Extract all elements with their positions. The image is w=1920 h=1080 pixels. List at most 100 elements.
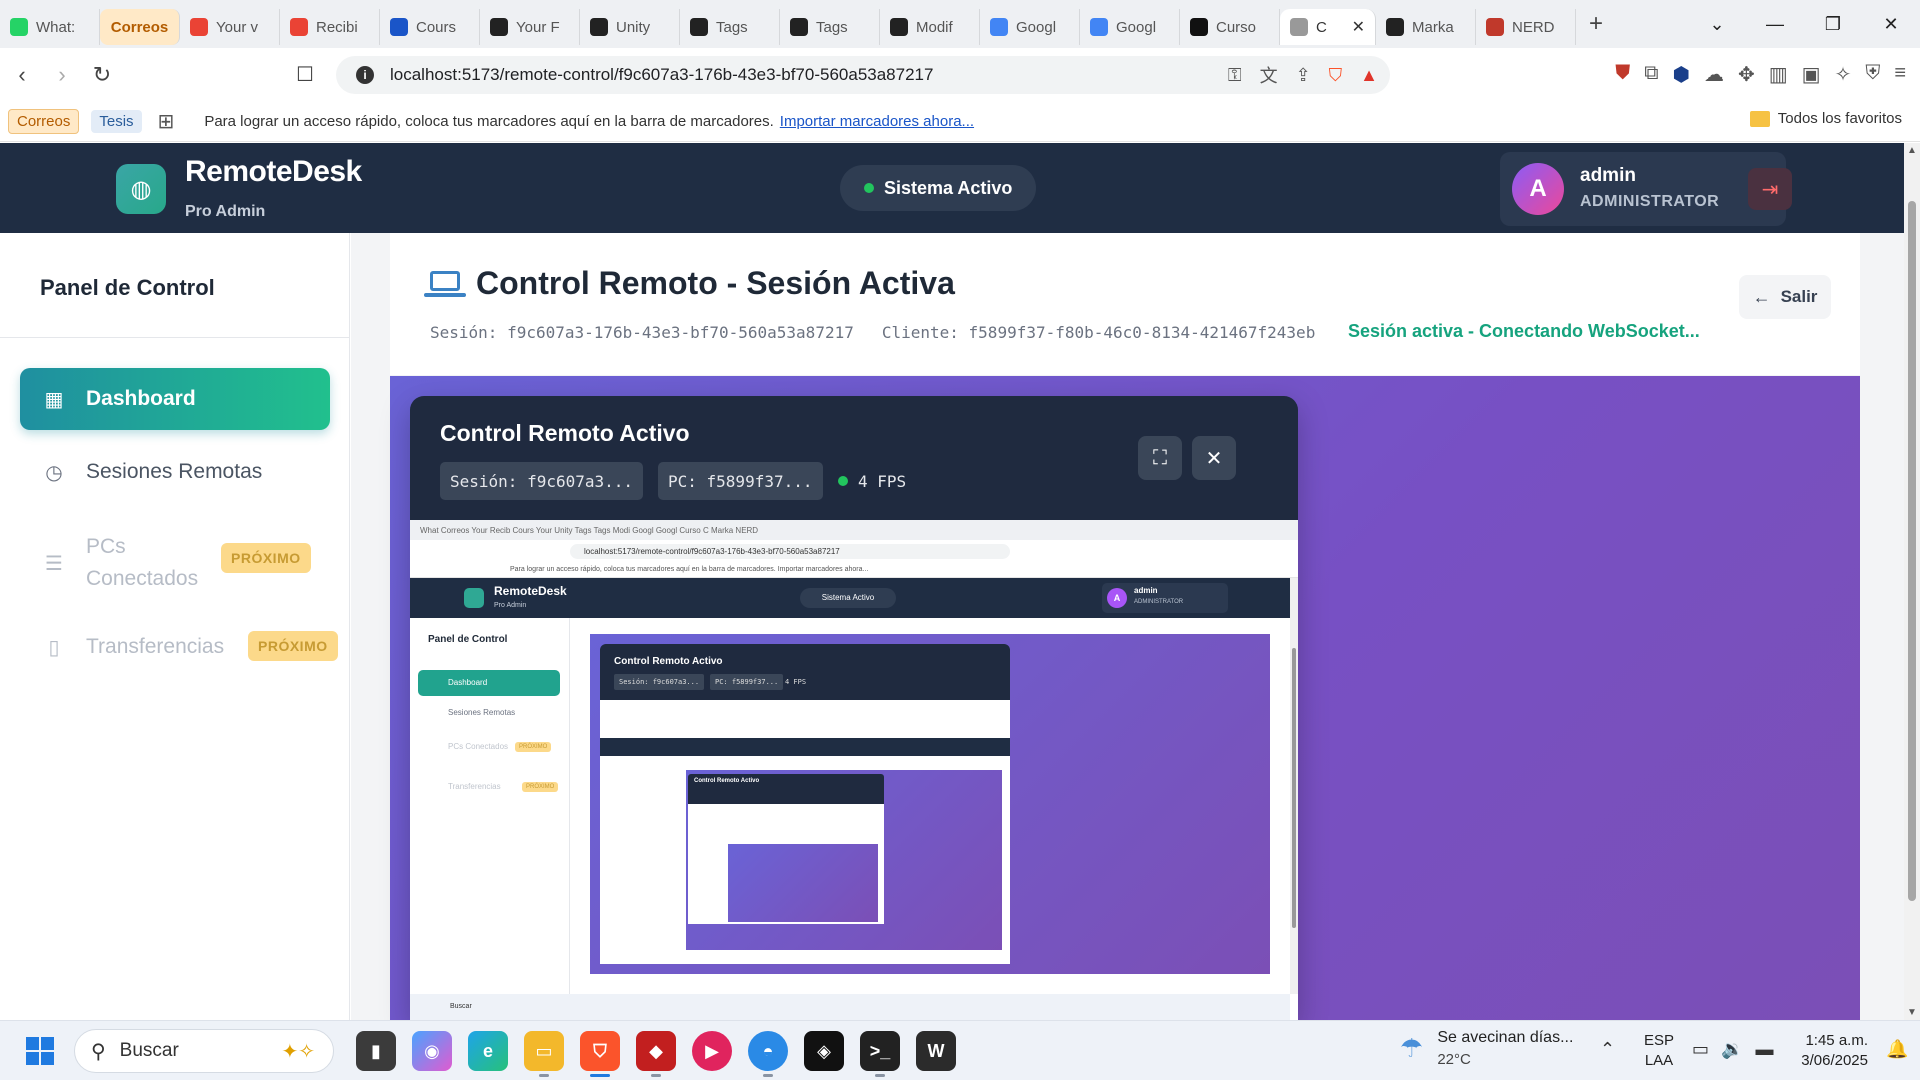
taskbar-search[interactable]: ⚲ Buscar ✦✧ xyxy=(74,1029,334,1073)
bookmark-icon[interactable]: ☐ xyxy=(296,62,314,87)
browser-tab-label: Your v xyxy=(216,18,258,36)
language-indicator[interactable]: ESP LAA xyxy=(1644,1031,1674,1071)
volume-icon[interactable]: 🔉 xyxy=(1721,1039,1743,1060)
remote-address-bar: localhost:5173/remote-control/f9c607a3-1… xyxy=(410,540,1298,562)
terminal-icon[interactable]: >_ xyxy=(860,1031,900,1077)
browser-tab-label: NERD xyxy=(1512,18,1555,36)
exit-button[interactable]: ← Salir xyxy=(1739,275,1831,319)
share-icon[interactable]: ⇪ xyxy=(1296,65,1311,86)
site-info-icon[interactable]: i xyxy=(356,66,374,84)
browser-tab[interactable]: Cours xyxy=(380,9,480,45)
browser-tab[interactable]: What: xyxy=(0,9,100,45)
url-field[interactable]: i localhost:5173/remote-control/f9c607a3… xyxy=(336,56,1390,94)
battery-icon[interactable]: ▬ xyxy=(1755,1039,1773,1060)
openai-icon xyxy=(890,18,908,36)
browser-tab[interactable]: Recibi xyxy=(280,9,380,45)
writer-icon[interactable]: W xyxy=(916,1031,956,1071)
logout-button[interactable]: ⇥ xyxy=(1748,168,1792,210)
browser-tab[interactable]: NERD xyxy=(1476,9,1576,45)
remote-logo-icon xyxy=(464,588,484,608)
copilot-icon[interactable]: ◉ xyxy=(412,1031,452,1071)
menu-icon[interactable]: ≡ xyxy=(1894,62,1906,87)
wallet-icon[interactable]: ▣ xyxy=(1802,62,1821,87)
vpn-shield-icon[interactable]: ⛨ xyxy=(1865,62,1880,87)
close-tab-icon[interactable]: ✕ xyxy=(1352,17,1365,37)
chevron-up-icon[interactable]: ⌃ xyxy=(1600,1039,1615,1060)
all-favorites[interactable]: Todos los favoritos xyxy=(1749,110,1902,127)
file-explorer-icon[interactable]: ▭ xyxy=(524,1031,564,1077)
maximize-button[interactable]: ❐ xyxy=(1804,14,1862,35)
network-icon[interactable]: ▭ xyxy=(1692,1039,1709,1060)
browser-tab[interactable]: Correos xyxy=(100,9,180,45)
windows-start-button[interactable] xyxy=(26,1037,54,1065)
sidebar-item-dashboard[interactable]: ▦ Dashboard xyxy=(20,368,330,430)
github-icon xyxy=(490,18,508,36)
close-window-button[interactable]: ✕ xyxy=(1862,14,1920,35)
clock[interactable]: 1:45 a.m. 3/06/2025 xyxy=(1796,1031,1868,1071)
media-player-icon[interactable]: ▶ xyxy=(692,1031,732,1071)
scrollbar-thumb[interactable] xyxy=(1908,201,1916,901)
extension-icons: ⛊ ⧉ ⬢ ☁ ✥ ▥ ▣ ✧ ⛨ ≡ xyxy=(1615,62,1906,87)
brave-shield-icon[interactable]: ⛉ xyxy=(1329,65,1343,86)
sidebar-toggle-icon[interactable]: ▥ xyxy=(1769,62,1788,87)
remote-url: localhost:5173/remote-control/f9c607a3-1… xyxy=(570,544,1010,559)
forward-button[interactable]: › xyxy=(44,62,80,88)
browser-tab[interactable]: Marka xyxy=(1376,9,1476,45)
apps-grid-icon[interactable]: ⊞ xyxy=(158,109,175,134)
browser-tab-label: Tags xyxy=(816,18,848,36)
browser-tab[interactable]: Your F xyxy=(480,9,580,45)
notification-bell-icon[interactable]: 🔔 xyxy=(1886,1039,1908,1060)
weather-forecast: Se avecinan días... xyxy=(1437,1029,1574,1046)
leo-ai-icon[interactable]: ✧ xyxy=(1835,62,1852,87)
import-bookmarks-link[interactable]: Importar marcadores ahora... xyxy=(780,113,974,130)
brave-rewards-icon[interactable]: ▲ xyxy=(1360,65,1378,86)
sidebar-item-remote-sessions[interactable]: ◷ Sesiones Remotas xyxy=(20,441,330,503)
browser-tab[interactable]: Curso xyxy=(1180,9,1280,45)
cursor-icon[interactable]: ◈ xyxy=(804,1031,844,1071)
avatar[interactable]: A xyxy=(1512,163,1564,215)
remote-nav-dashboard: Dashboard xyxy=(418,670,560,696)
weather-widget[interactable]: ☂ Se avecinan días... 22°C xyxy=(1400,1029,1573,1068)
bookmark-correos[interactable]: Correos xyxy=(8,109,80,134)
fps-dot-icon xyxy=(838,476,848,486)
browser-tab[interactable]: Your v xyxy=(180,9,280,45)
translate-icon[interactable]: 文 xyxy=(1260,62,1278,88)
remote-screen-stream[interactable]: What Correos Your Recib Cours Your Unity… xyxy=(410,520,1298,1020)
brave-icon[interactable]: ⛉ xyxy=(580,1031,620,1077)
minimize-button[interactable]: — xyxy=(1746,14,1804,35)
docker-icon[interactable]: ◓ xyxy=(748,1031,788,1077)
task-view-icon[interactable]: ▮ xyxy=(356,1031,396,1071)
remote-inner-screen: Control Remoto Activo xyxy=(600,700,1010,964)
bookmark-tesis[interactable]: Tesis xyxy=(91,110,142,133)
vpn-icon[interactable]: ☁ xyxy=(1704,62,1724,87)
extensions-icon[interactable]: ✥ xyxy=(1738,62,1755,87)
reload-button[interactable]: ↻ xyxy=(84,62,120,88)
browser-tab[interactable]: Googl xyxy=(980,9,1080,45)
password-key-icon[interactable]: ⚿ xyxy=(1228,65,1242,86)
browser-tab[interactable]: Modif xyxy=(880,9,980,45)
remote-bookmarks-bar: Para lograr un acceso rápido, coloca tus… xyxy=(410,562,1298,578)
tab-search-chevron-icon[interactable]: ⌄ xyxy=(1688,14,1746,35)
remote-inner-card: Control Remoto Activo xyxy=(688,774,884,924)
remote-card-session: Sesión: f9c607a3... xyxy=(614,674,705,690)
browser-tab[interactable]: C ✕ xyxy=(1280,9,1376,45)
edge-icon[interactable]: e xyxy=(468,1031,508,1071)
browser-tab[interactable]: Tags xyxy=(780,9,880,45)
scroll-up-icon[interactable]: ▲ xyxy=(1907,145,1917,156)
browser-tab[interactable]: Tags xyxy=(680,9,780,45)
extension-puzzle-badge-icon[interactable]: ⬢ xyxy=(1673,62,1690,87)
fullscreen-button[interactable]: ⛶ xyxy=(1138,436,1182,480)
extension-copy-icon[interactable]: ⧉ xyxy=(1644,62,1658,87)
browser-tab[interactable]: Googl xyxy=(1080,9,1180,45)
gaming-app-icon[interactable]: ◆ xyxy=(636,1031,676,1077)
remote-badge: PRÓXIMO xyxy=(515,742,552,752)
browser-tab[interactable]: Unity xyxy=(580,9,680,45)
ublock-icon[interactable]: ⛊ xyxy=(1615,62,1630,87)
close-session-button[interactable]: ✕ xyxy=(1192,436,1236,480)
scroll-down-icon[interactable]: ▼ xyxy=(1907,1007,1917,1018)
new-tab-button[interactable]: + xyxy=(1576,10,1616,38)
page-scrollbar[interactable]: ▲ ▼ xyxy=(1904,143,1920,1020)
remote-badge: PRÓXIMO xyxy=(522,782,559,792)
back-button[interactable]: ‹ xyxy=(4,62,40,88)
coming-soon-badge: PRÓXIMO xyxy=(221,543,311,573)
